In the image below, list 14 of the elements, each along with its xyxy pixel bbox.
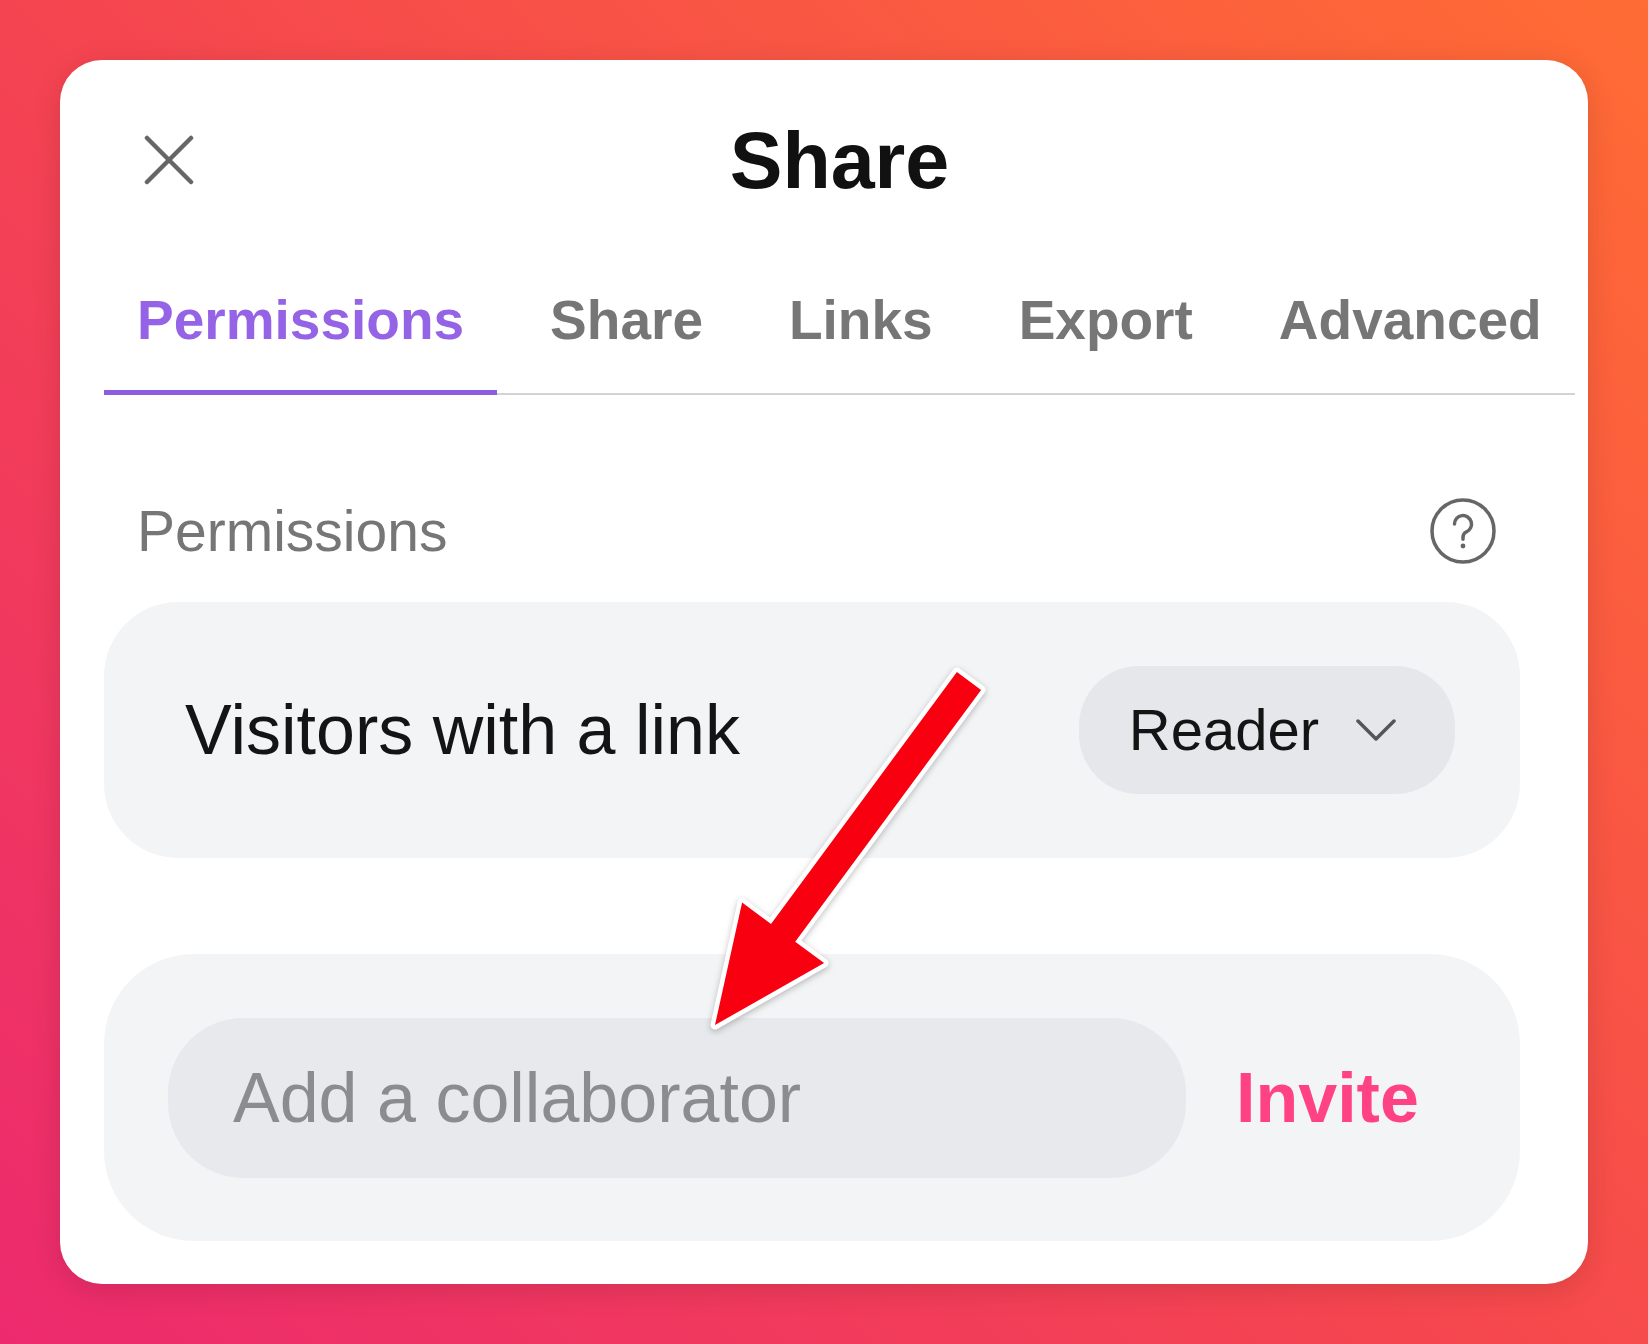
collaborator-input-field[interactable]: Add a collaborator bbox=[168, 1017, 1186, 1178]
help-icon[interactable] bbox=[1430, 498, 1496, 564]
close-icon[interactable] bbox=[144, 135, 194, 185]
role-dropdown[interactable]: Reader bbox=[1078, 666, 1455, 794]
tab[interactable]: Export bbox=[985, 260, 1226, 395]
section-heading: Permissions bbox=[137, 502, 448, 560]
access-label: Visitors with a link bbox=[185, 695, 740, 765]
tab[interactable]: Share bbox=[517, 260, 736, 395]
invite-button[interactable]: Invite bbox=[1203, 1042, 1452, 1153]
dialog-title: Share bbox=[729, 120, 950, 200]
tab[interactable]: Links bbox=[756, 260, 966, 395]
tab[interactable]: Advanced bbox=[1245, 260, 1575, 395]
chevron-down-icon bbox=[1356, 719, 1396, 741]
tab[interactable]: Permissions bbox=[104, 260, 498, 395]
